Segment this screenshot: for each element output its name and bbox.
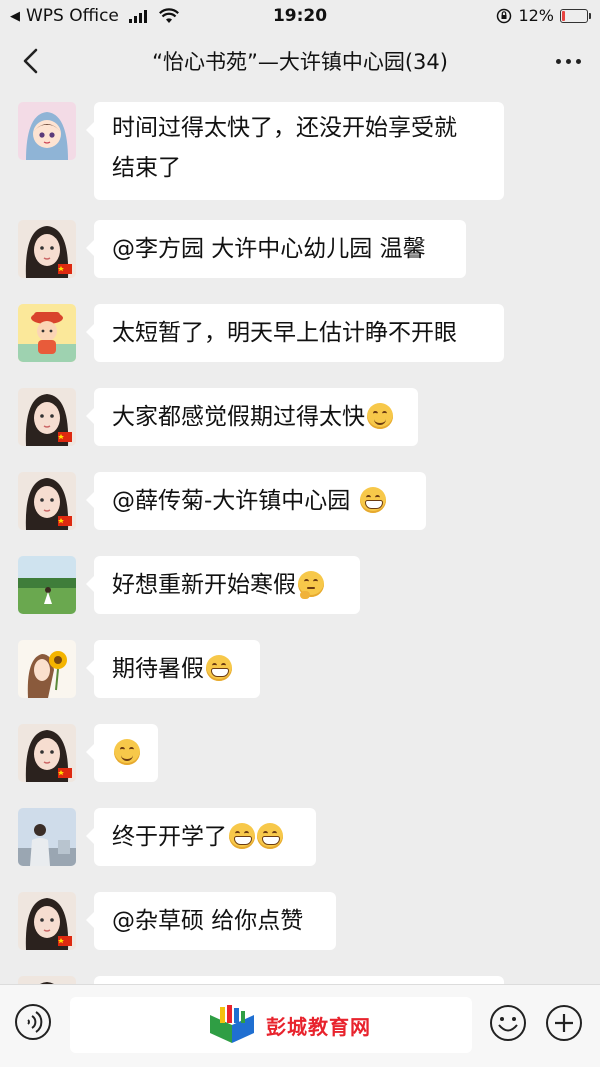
message-bubble[interactable] <box>94 976 504 984</box>
grin-emoji-icon <box>229 822 255 849</box>
avatar-field-girl[interactable] <box>18 556 76 614</box>
thinking-emoji-icon <box>298 570 324 599</box>
voice-icon[interactable] <box>14 1003 52 1041</box>
message-text: 太短暂了，明天早上估计睁不开眼 <box>112 320 457 346</box>
watermark: 彭城教育网 <box>206 1003 371 1047</box>
battery-icon <box>560 8 591 23</box>
plus-icon[interactable] <box>544 1003 584 1043</box>
message-bubble[interactable]: 太短暂了，明天早上估计睁不开眼 <box>86 304 504 362</box>
message-bubble[interactable]: @李方园 大许中心幼儿园 温馨 <box>86 220 466 278</box>
message-text: @薛传菊-大许镇中心园 <box>112 488 358 514</box>
message-bubble[interactable]: 大家都感觉假期过得太快 <box>86 388 418 446</box>
book-logo-icon <box>210 1005 254 1043</box>
avatar-woman[interactable] <box>18 724 76 782</box>
chat-header: “怡心书苑”—大许镇中心园(34) <box>0 32 600 92</box>
chevron-left-icon[interactable] <box>14 44 48 78</box>
avatar-woman[interactable] <box>18 892 76 950</box>
message-text: @杂草硕 给你点赞 <box>112 908 304 934</box>
message-bubble[interactable]: @薛传菊-大许镇中心园 <box>86 472 426 530</box>
avatar-man-outdoor[interactable] <box>18 808 76 866</box>
grin-emoji-icon <box>257 822 283 849</box>
emoji-icon[interactable] <box>488 1003 528 1043</box>
message-bubble[interactable]: 期待暑假 <box>86 640 260 698</box>
avatar-sunflower-girl[interactable] <box>18 640 76 698</box>
avatar-woman[interactable] <box>18 220 76 278</box>
message-bubble[interactable] <box>86 724 158 782</box>
message-text: 大家都感觉假期过得太快 <box>112 404 365 430</box>
message-list[interactable]: 时间过得太快了，还没开始享受就 结束了 @李方园 大许中心幼儿园 温馨 太短暂了… <box>0 92 600 984</box>
avatar-woman[interactable] <box>18 976 76 984</box>
message-bubble[interactable]: 好想重新开始寒假 <box>86 556 360 614</box>
grin-emoji-icon <box>206 654 232 681</box>
avatar-cartoon-guard[interactable] <box>18 304 76 362</box>
message-bubble[interactable]: 时间过得太快了，还没开始享受就 结束了 <box>86 102 504 200</box>
message-input[interactable]: 彭城教育网 <box>70 997 472 1053</box>
status-right: 12% <box>496 6 591 25</box>
more-dots-icon[interactable] <box>550 44 586 78</box>
battery-percent: 12% <box>518 6 554 25</box>
chat-title: “怡心书苑”—大许镇中心园(34) <box>152 50 448 74</box>
message-text: @李方园 大许中心幼儿园 温馨 <box>112 236 426 262</box>
smile-emoji-icon <box>367 402 393 429</box>
chat-input-bar: 彭城教育网 <box>0 984 600 1067</box>
smile-emoji-icon <box>114 738 140 765</box>
watermark-text: 彭城教育网 <box>266 1014 371 1039</box>
avatar-woman[interactable] <box>18 472 76 530</box>
message-bubble[interactable]: 终于开学了 <box>86 808 316 866</box>
avatar-hooded-girl[interactable] <box>18 102 76 160</box>
message-text: 好想重新开始寒假 <box>112 572 296 598</box>
avatar-woman[interactable] <box>18 388 76 446</box>
message-text: 时间过得太快了，还没开始享受就 结束了 <box>112 115 457 181</box>
message-text: 终于开学了 <box>112 824 227 850</box>
status-bar: ◀ WPS Office 19:20 12% <box>0 0 600 32</box>
orientation-lock-icon <box>497 8 512 23</box>
grin-emoji-icon <box>359 486 386 513</box>
message-text: 期待暑假 <box>112 656 204 682</box>
message-bubble[interactable]: @杂草硕 给你点赞 <box>86 892 336 950</box>
